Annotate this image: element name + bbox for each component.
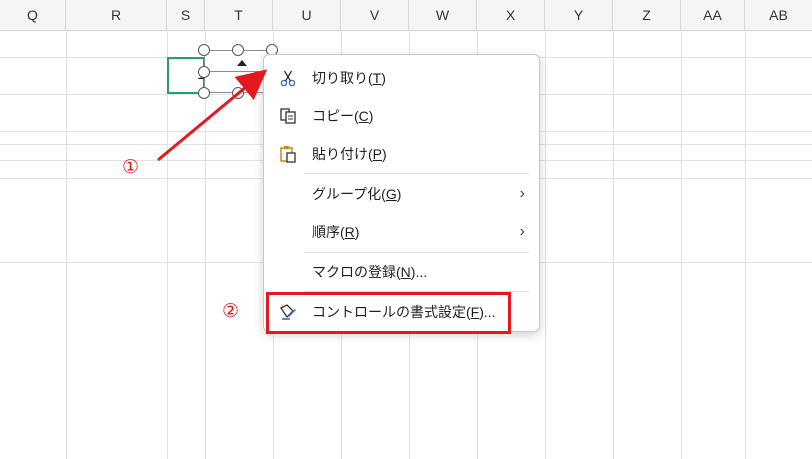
spreadsheet: Q R S T U V W X Y Z AA AB 1	[0, 0, 812, 459]
step-2-badge: ②	[222, 301, 240, 322]
step-1-badge: ①	[122, 157, 140, 178]
annotation-arrow	[157, 69, 268, 162]
